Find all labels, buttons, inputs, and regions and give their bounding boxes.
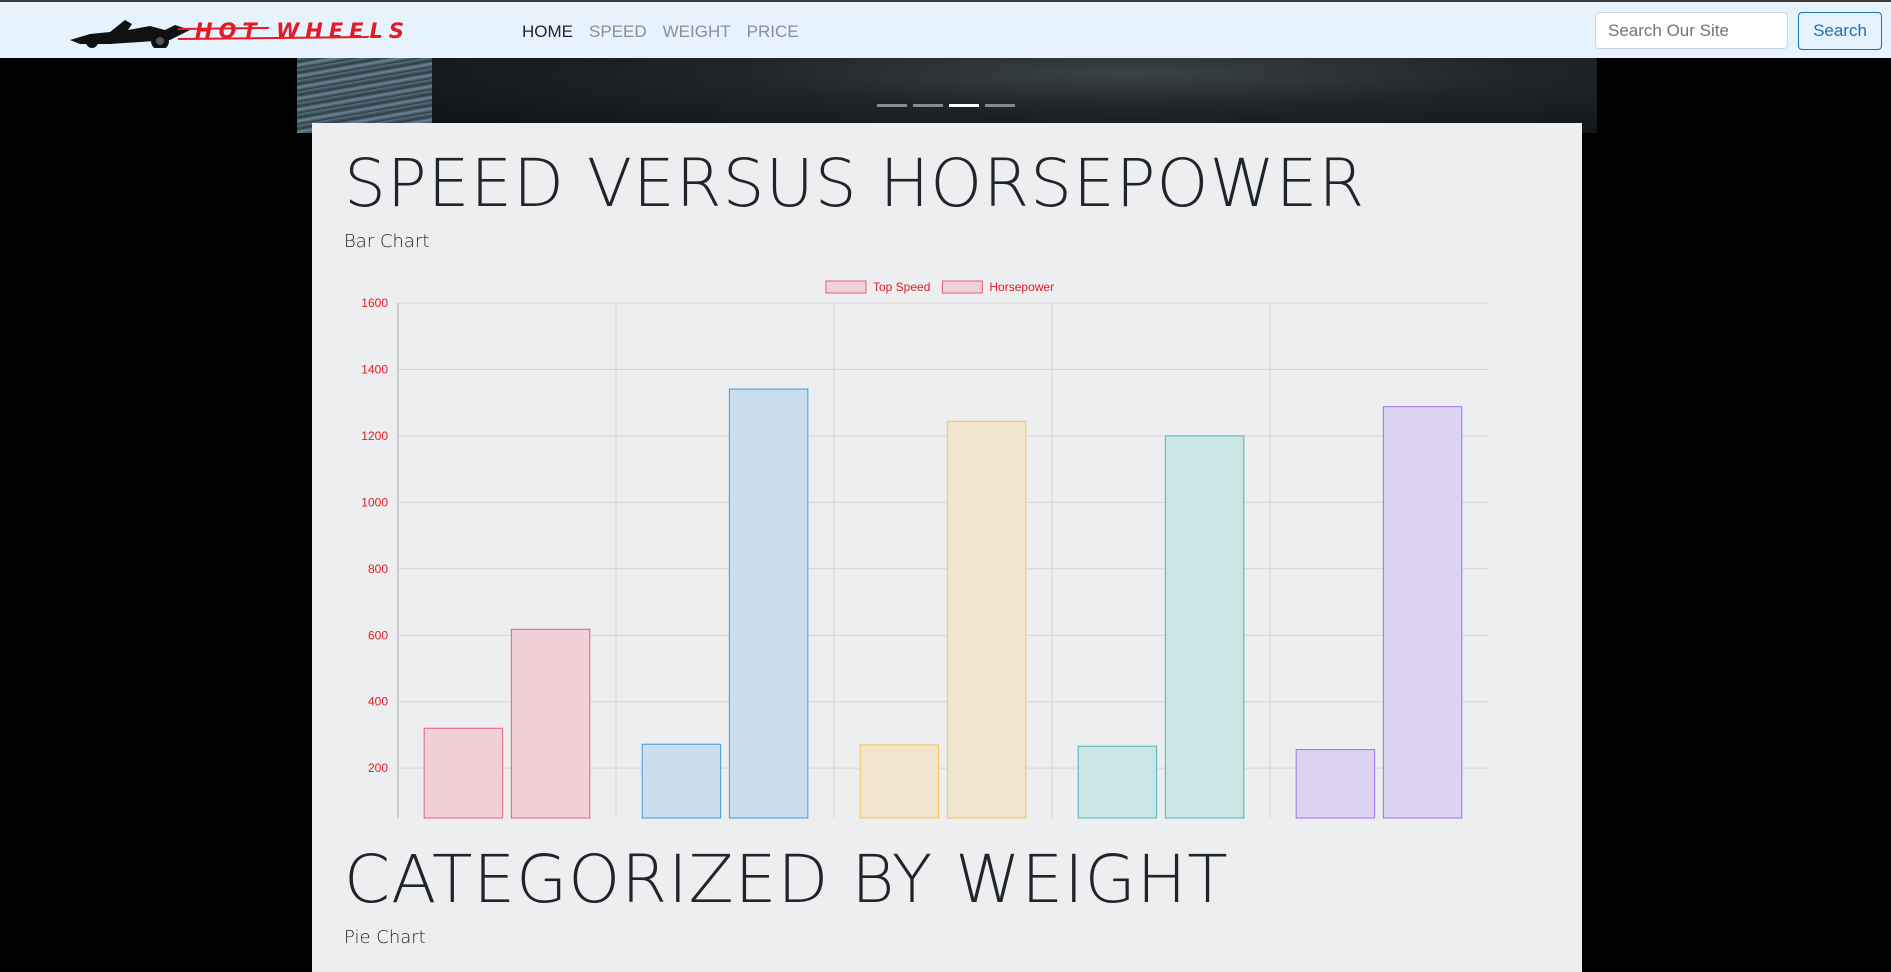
weight-section-subtitle: Pie Chart <box>344 927 426 948</box>
search-input[interactable] <box>1595 12 1788 49</box>
y-tick-label: 600 <box>368 628 388 642</box>
legend-label: Top Speed <box>873 280 930 294</box>
legend-label: Horsepower <box>989 280 1054 294</box>
bar-horsepower <box>946 420 1027 819</box>
carousel-indicator[interactable] <box>877 104 907 107</box>
content-panel: SPEED VERSUS HORSEPOWER Bar Chart 200 400… <box>312 123 1582 972</box>
bar-top-speed <box>1295 749 1376 819</box>
hero-carousel <box>297 58 1597 133</box>
nav-link-speed[interactable]: SPEED <box>589 22 647 42</box>
nav-links: HOME SPEED WEIGHT PRICE <box>522 22 799 42</box>
y-tick-label: 800 <box>368 562 388 576</box>
bar-top-speed <box>1077 745 1158 819</box>
navbar: HOT WHEELS HOME SPEED WEIGHT PRICE Searc… <box>0 2 1891 58</box>
weight-section-title: CATEGORIZED BY WEIGHT <box>344 841 1229 918</box>
y-tick-label: 1600 <box>361 296 388 310</box>
bar-horsepower <box>728 388 809 819</box>
y-tick-label: 1400 <box>361 362 388 376</box>
carousel-indicators <box>877 104 1015 107</box>
bar-top-speed <box>423 727 504 819</box>
hero-image-road <box>432 58 1597 133</box>
bar-horsepower <box>1382 406 1463 819</box>
bar-horsepower <box>1164 435 1245 819</box>
carousel-indicator[interactable] <box>949 104 979 107</box>
y-tick-label: 400 <box>368 695 388 709</box>
hero-image-water <box>297 58 432 133</box>
nav-link-home[interactable]: HOME <box>522 22 573 42</box>
y-tick-label: 1000 <box>361 495 388 509</box>
nav-link-weight[interactable]: WEIGHT <box>663 22 731 42</box>
speed-horsepower-bar-chart: 200 400 600 800 1000 1200 1400 1600 Top Speed Hor… <box>361 280 1488 819</box>
legend-swatch <box>825 280 867 294</box>
bar-horsepower <box>510 628 591 819</box>
logo-wordmark: HOT WHEELS <box>195 19 410 43</box>
search-button[interactable]: Search <box>1798 12 1882 50</box>
y-tick-label: 200 <box>368 761 388 775</box>
nav-link-price[interactable]: PRICE <box>747 22 799 42</box>
carousel-indicator[interactable] <box>985 104 1015 107</box>
bar-top-speed <box>859 744 940 819</box>
carousel-indicator[interactable] <box>913 104 943 107</box>
legend-swatch <box>941 280 983 294</box>
bar-top-speed <box>641 743 722 819</box>
y-tick-label: 1200 <box>361 429 388 443</box>
